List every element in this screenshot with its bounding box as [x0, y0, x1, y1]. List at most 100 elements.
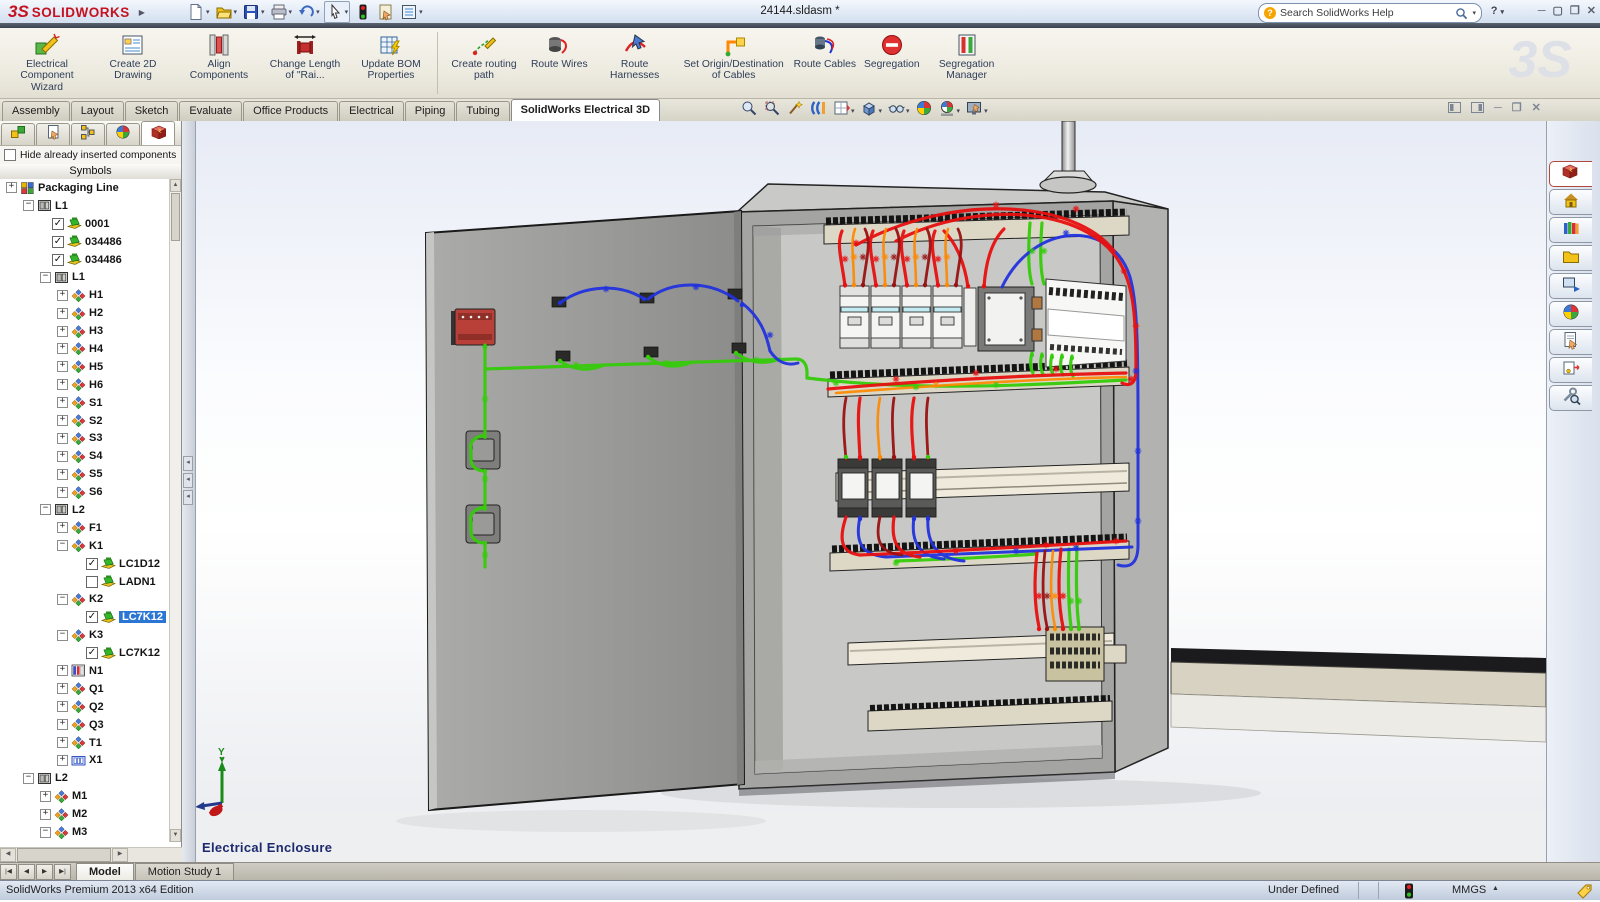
print-caret-icon[interactable]: ▾: [289, 8, 293, 16]
search-scope-caret-icon[interactable]: ▾: [1472, 9, 1476, 17]
tree-item-label[interactable]: H4: [89, 343, 103, 355]
tree-item-m2[interactable]: + M2: [0, 805, 171, 823]
command-tab-layout[interactable]: Layout: [71, 101, 124, 121]
graphics-area[interactable]: Z Y Electrical Enclosure: [196, 121, 1546, 862]
display-style-caret-icon[interactable]: ▾: [879, 107, 883, 115]
apply-scene-caret-icon[interactable]: ▾: [957, 107, 961, 115]
tree-item-h5[interactable]: +H5: [0, 358, 171, 376]
tree-item-label[interactable]: X1: [89, 754, 102, 766]
ribbon-button-route-cables[interactable]: Route Cables: [790, 30, 860, 70]
minimize-button[interactable]: ─: [1538, 4, 1546, 18]
expand-icon[interactable]: +: [57, 755, 68, 766]
tree-item-label[interactable]: 034486: [85, 254, 122, 266]
ribbon-button-create-2d-drawing[interactable]: Create 2D Drawing: [90, 30, 176, 82]
tree-item-label[interactable]: L2: [72, 504, 85, 516]
expand-icon[interactable]: +: [40, 809, 51, 820]
tree-horizontal-scrollbar[interactable]: ◀ ▶: [0, 847, 182, 862]
tree-item-s6[interactable]: + S6: [0, 483, 171, 501]
tree-item-label[interactable]: L1: [72, 271, 85, 283]
tree-item-label[interactable]: LC7K12: [119, 611, 166, 623]
edit-appearance-button[interactable]: [915, 99, 933, 122]
panel-splitter[interactable]: ◂◂◂: [182, 121, 196, 862]
expand-icon[interactable]: +: [57, 397, 68, 408]
command-tab-assembly[interactable]: Assembly: [2, 101, 70, 121]
expand-icon[interactable]: +: [57, 308, 68, 319]
expand-icon[interactable]: +: [57, 683, 68, 694]
expand-icon[interactable]: +: [57, 361, 68, 372]
tree-item-l2[interactable]: − L2: [0, 501, 171, 519]
tree-item-label[interactable]: M2: [72, 808, 87, 820]
expand-icon[interactable]: +: [57, 487, 68, 498]
tree-item-k2[interactable]: −K2: [0, 590, 171, 608]
tree-item-label[interactable]: LADN1: [119, 576, 156, 588]
tree-item-label[interactable]: H2: [89, 307, 103, 319]
tree-item-label[interactable]: Q2: [89, 701, 104, 713]
tree-item-034486[interactable]: ✓034486: [0, 233, 171, 251]
apply-scene-button[interactable]: ▾: [938, 99, 961, 122]
undo-button[interactable]: ▾: [296, 2, 321, 22]
restore-button[interactable]: ▢: [1553, 4, 1563, 18]
scroll-up-icon[interactable]: ▲: [170, 179, 181, 192]
collapse-icon[interactable]: −: [57, 594, 68, 605]
command-tab-sketch[interactable]: Sketch: [125, 101, 179, 121]
search-icon[interactable]: [1455, 7, 1468, 20]
expand-icon[interactable]: +: [6, 182, 17, 193]
visibility-checkbox[interactable]: ✓: [86, 611, 98, 623]
tree-item-lc7k12[interactable]: ✓LC7K12: [0, 644, 171, 662]
tree-item-label[interactable]: H1: [89, 289, 103, 301]
undo-caret-icon[interactable]: ▾: [316, 8, 320, 16]
command-tab-tubing[interactable]: Tubing: [456, 101, 509, 121]
tree-item-label[interactable]: LC1D12: [119, 558, 160, 570]
units-selector[interactable]: MMGS: [1452, 884, 1486, 896]
tree-item-s2[interactable]: +S2: [0, 412, 171, 430]
tree-item-x1[interactable]: + X1: [0, 752, 171, 770]
next-tab-icon[interactable]: ▶: [36, 864, 53, 880]
expand-icon[interactable]: +: [57, 469, 68, 480]
save-button[interactable]: ▾: [241, 2, 266, 22]
ribbon-button-update-bom[interactable]: Update BOM Properties: [348, 30, 434, 82]
tree-item-lc1d12[interactable]: ✓LC1D12: [0, 555, 171, 573]
task-pane-tab-custom-properties[interactable]: [1549, 329, 1592, 355]
tree-item-f1[interactable]: +F1: [0, 519, 171, 537]
ribbon-button-route-harnesses[interactable]: Route Harnesses: [592, 30, 678, 82]
command-tab-solidworks-electrical-3d[interactable]: SolidWorks Electrical 3D: [511, 99, 660, 121]
tree-item-label[interactable]: S6: [89, 486, 102, 498]
task-pane-tab-electrical-symbols[interactable]: [1549, 357, 1592, 383]
tree-item-s3[interactable]: +S3: [0, 429, 171, 447]
task-pane-tab-file-explorer[interactable]: [1549, 245, 1592, 271]
tree-item-k3[interactable]: −K3: [0, 626, 171, 644]
conveyor-rail[interactable]: [1171, 648, 1546, 742]
visibility-checkbox[interactable]: ✓: [52, 236, 64, 248]
expand-icon[interactable]: +: [57, 326, 68, 337]
section-view-button[interactable]: [809, 99, 827, 122]
manager-tab-display-manager[interactable]: [106, 123, 140, 145]
collapse-icon[interactable]: −: [40, 504, 51, 515]
contactors[interactable]: [838, 459, 936, 517]
ribbon-button-create-routing-path[interactable]: Create routing path: [441, 30, 527, 82]
document-close-button[interactable]: ✕: [1532, 101, 1541, 114]
ribbon-button-route-wires[interactable]: Route Wires: [527, 30, 592, 70]
tab-model[interactable]: Model: [76, 863, 134, 880]
display-style-button[interactable]: ▾: [860, 99, 883, 122]
document-restore-button[interactable]: ❐: [1512, 101, 1522, 114]
tree-item-label[interactable]: H6: [89, 379, 103, 391]
tree-item-lc7k12[interactable]: ✓ LC7K12: [0, 608, 171, 626]
expand-icon[interactable]: +: [57, 737, 68, 748]
tree-item-label[interactable]: T1: [89, 737, 102, 749]
tree-item-label[interactable]: S5: [89, 468, 102, 480]
tree-item-q1[interactable]: +Q1: [0, 680, 171, 698]
task-pane-tab-solidworks-resources[interactable]: [1549, 189, 1592, 215]
task-pane-tab-view-palette[interactable]: [1549, 273, 1592, 299]
close-button[interactable]: ✕: [1587, 4, 1596, 18]
tree-item-packaging-line[interactable]: +Packaging Line: [0, 179, 171, 197]
hscroll-thumb[interactable]: [17, 848, 111, 862]
expand-icon[interactable]: +: [57, 433, 68, 444]
visibility-checkbox[interactable]: ✓: [52, 254, 64, 266]
tree-item-label[interactable]: M1: [72, 790, 87, 802]
select-button[interactable]: ▾: [324, 1, 351, 23]
tree-item-s1[interactable]: +S1: [0, 394, 171, 412]
tree-item-h4[interactable]: +H4: [0, 340, 171, 358]
hide-show-items-button[interactable]: ▾: [887, 99, 910, 122]
tree-item-k1[interactable]: −K1: [0, 537, 171, 555]
collapse-icon[interactable]: −: [40, 827, 51, 838]
